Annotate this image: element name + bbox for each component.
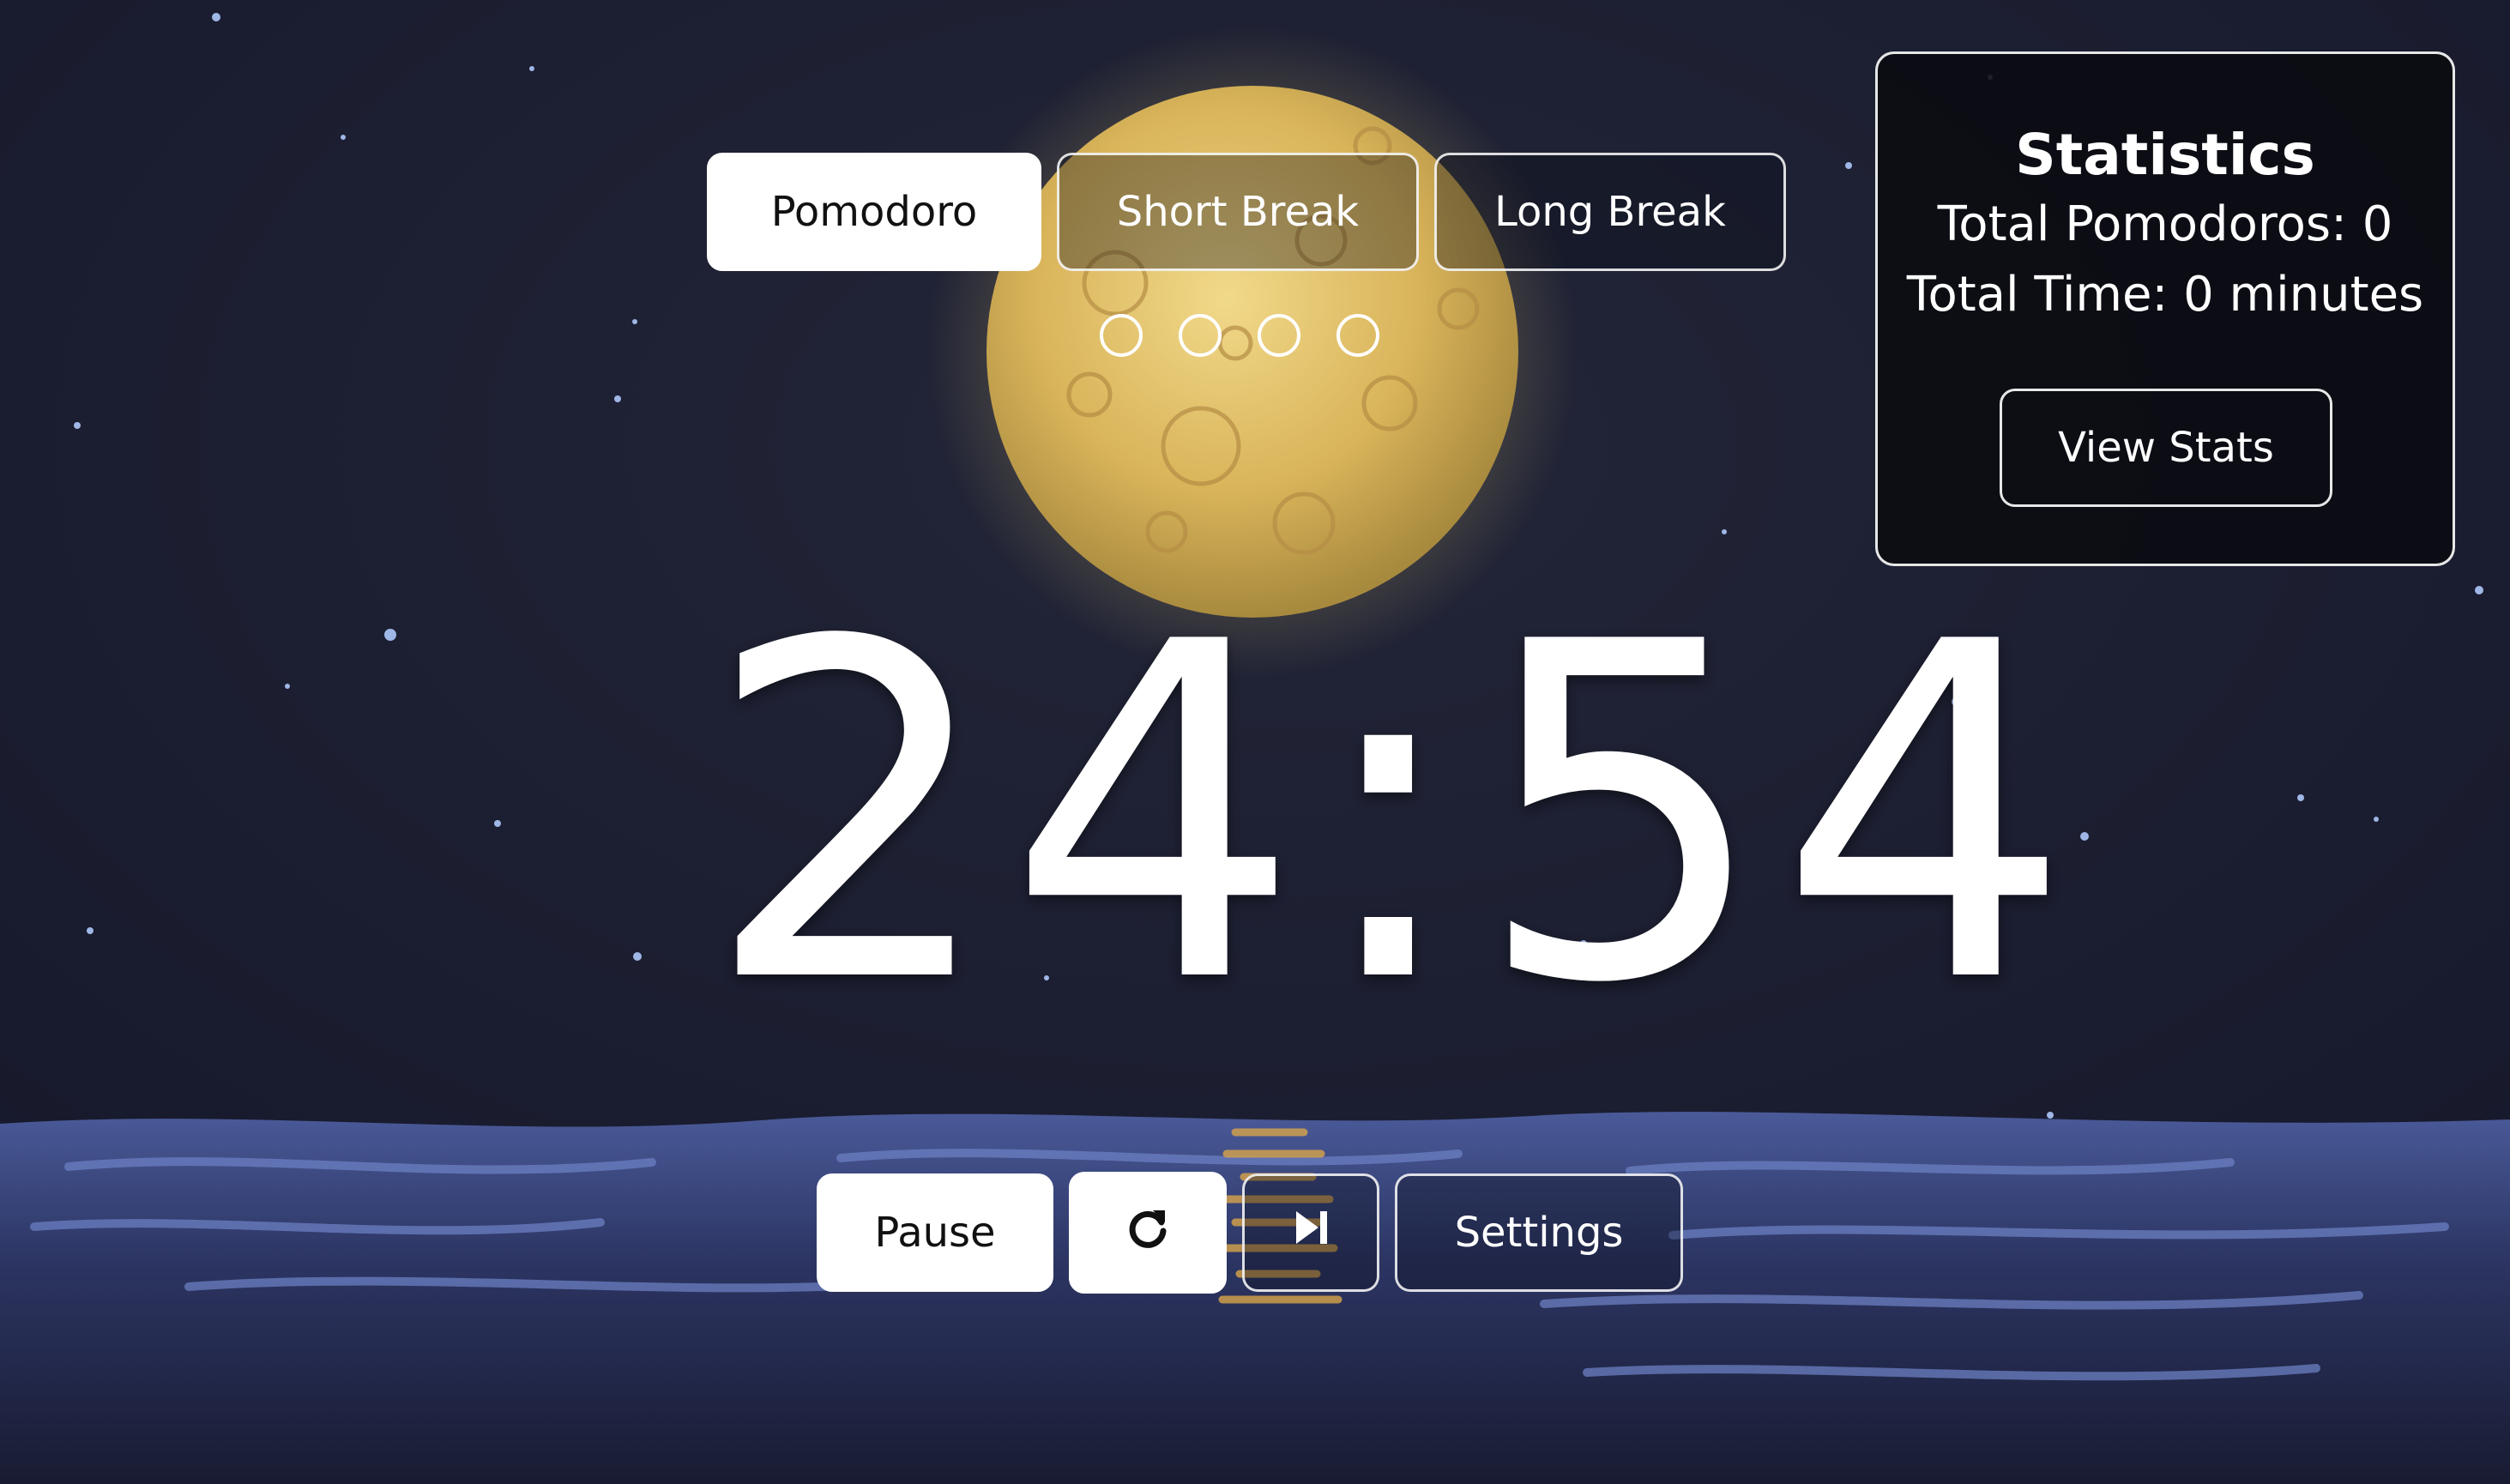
pause-button[interactable]: Pause [817, 1173, 1053, 1292]
session-progress-dots [1100, 314, 1379, 357]
session-dot [1336, 314, 1379, 357]
statistics-title: Statistics [2015, 122, 2315, 188]
total-time: Total Time: 0 minutes [1906, 267, 2424, 323]
total-pomodoros: Total Pomodoros: 0 [1937, 196, 2393, 252]
reset-button[interactable] [1069, 1172, 1227, 1294]
settings-button[interactable]: Settings [1395, 1173, 1683, 1292]
tab-pomodoro[interactable]: Pomodoro [707, 153, 1041, 271]
view-stats-button[interactable]: View Stats [2000, 389, 2332, 507]
skip-forward-icon [1291, 1208, 1330, 1258]
timer-display: 24:54 [703, 546, 2082, 1084]
statistics-panel: Statistics Total Pomodoros: 0 Total Time… [1875, 51, 2455, 566]
mode-tabs: Pomodoro Short Break Long Break [707, 153, 1786, 271]
session-dot [1100, 314, 1143, 357]
session-dot [1179, 314, 1222, 357]
timer-controls: Pause Settings [817, 1172, 1683, 1294]
session-dot [1258, 314, 1300, 357]
reset-icon [1124, 1203, 1172, 1262]
tab-long-break[interactable]: Long Break [1434, 153, 1786, 271]
tab-short-break[interactable]: Short Break [1057, 153, 1419, 271]
skip-button[interactable] [1242, 1173, 1379, 1292]
